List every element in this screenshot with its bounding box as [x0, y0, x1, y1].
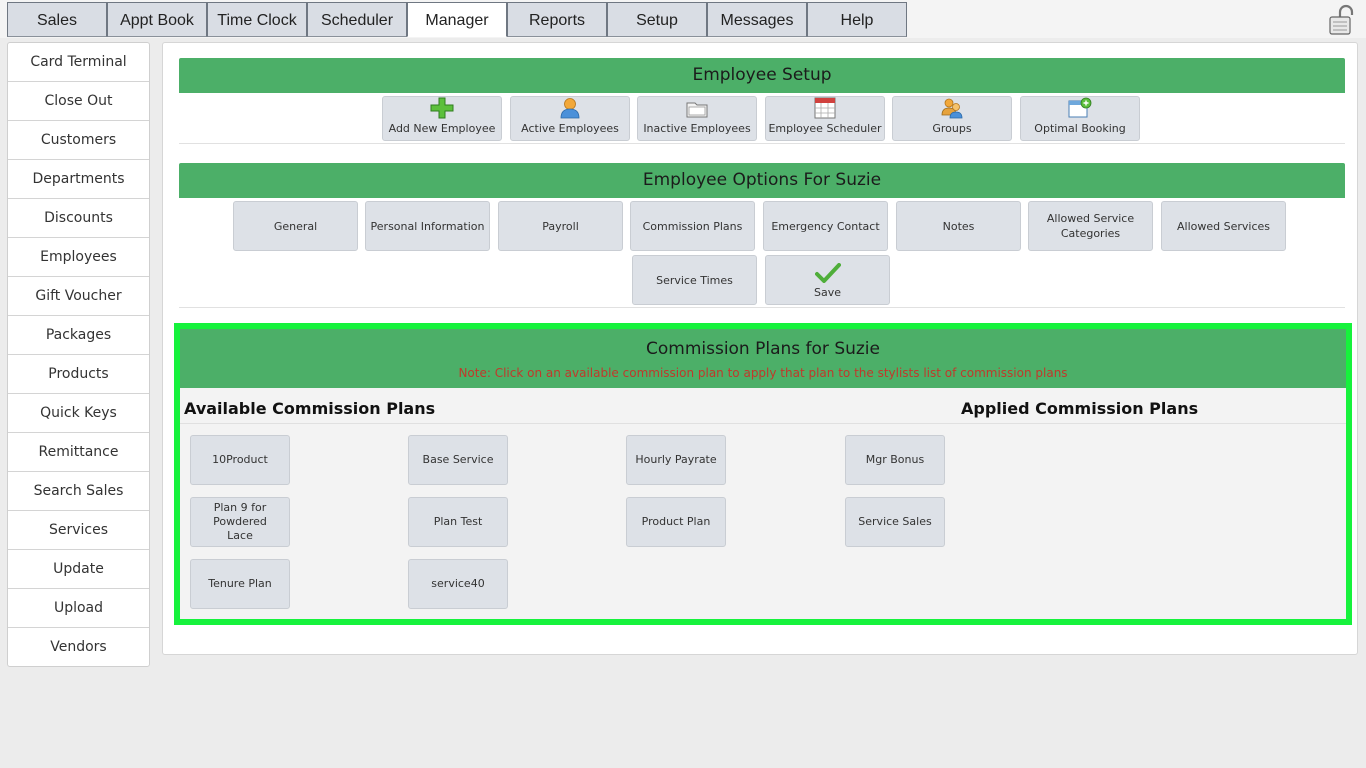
applied-plans-heading: Applied Commission Plans — [961, 399, 1199, 418]
booking-icon — [1068, 97, 1092, 118]
sidebar-item-packages[interactable]: Packages — [8, 316, 149, 355]
save-label: Save — [813, 286, 841, 299]
tab-messages[interactable]: Messages — [707, 2, 807, 37]
tab-manager[interactable]: Manager — [407, 2, 507, 37]
commission-plans-panel: Commission Plans for Suzie Note: Click o… — [174, 323, 1352, 625]
inactive-employees-label: Inactive Employees — [643, 122, 751, 135]
active-employees-label: Active Employees — [521, 122, 619, 135]
plan-test-button[interactable]: Plan Test — [408, 497, 508, 547]
sidebar-item-remittance[interactable]: Remittance — [8, 433, 149, 472]
tab-sales[interactable]: Sales — [7, 2, 107, 37]
sidebar-item-update[interactable]: Update — [8, 550, 149, 589]
plan-10product-button[interactable]: 10Product — [190, 435, 290, 485]
sidebar-item-card-terminal[interactable]: Card Terminal — [8, 43, 149, 82]
option-general-button[interactable]: General — [233, 201, 358, 251]
plan-service40-button[interactable]: service40 — [408, 559, 508, 609]
checkmark-icon — [814, 263, 841, 283]
plus-icon — [430, 97, 454, 119]
plan-mgr-bonus-button[interactable]: Mgr Bonus — [845, 435, 945, 485]
employee-options-header: Employee Options For Suzie — [179, 163, 1345, 198]
option-allowed-service-categories-button[interactable]: Allowed Service Categories — [1028, 201, 1153, 251]
groups-button[interactable]: Groups — [892, 96, 1012, 141]
employee-scheduler-label: Employee Scheduler — [768, 122, 882, 135]
employee-setup-title: Employee Setup — [692, 65, 832, 85]
tab-scheduler[interactable]: Scheduler — [307, 2, 407, 37]
main-panel: Employee Setup Add New Employee Active E… — [162, 42, 1358, 655]
available-plans-heading: Available Commission Plans — [184, 399, 436, 418]
option-notes-button[interactable]: Notes — [896, 201, 1021, 251]
group-icon — [941, 98, 963, 119]
sidebar-item-search-sales[interactable]: Search Sales — [8, 472, 149, 511]
divider — [179, 307, 1345, 308]
tab-appt-book[interactable]: Appt Book — [107, 2, 207, 37]
save-button[interactable]: Save — [765, 255, 890, 305]
sidebar-item-products[interactable]: Products — [8, 355, 149, 394]
tab-setup[interactable]: Setup — [607, 2, 707, 37]
sidebar-item-vendors[interactable]: Vendors — [8, 628, 149, 667]
add-new-employee-label: Add New Employee — [388, 122, 496, 135]
option-commission-plans-button[interactable]: Commission Plans — [630, 201, 755, 251]
sidebar-item-customers[interactable]: Customers — [8, 121, 149, 160]
employee-scheduler-button[interactable]: Employee Scheduler — [765, 96, 885, 141]
commission-plans-header: Commission Plans for Suzie Note: Click o… — [180, 329, 1346, 388]
inactive-employees-button[interactable]: Inactive Employees — [637, 96, 757, 141]
plan-base-service-button[interactable]: Base Service — [408, 435, 508, 485]
tab-help[interactable]: Help — [807, 2, 907, 37]
sidebar-item-departments[interactable]: Departments — [8, 160, 149, 199]
plan-tenure-plan-button[interactable]: Tenure Plan — [190, 559, 290, 609]
person-icon — [560, 98, 580, 119]
active-employees-button[interactable]: Active Employees — [510, 96, 630, 141]
employee-setup-header: Employee Setup — [179, 58, 1345, 93]
employee-options-title: Employee Options For Suzie — [642, 170, 882, 190]
plan-hourly-payrate-button[interactable]: Hourly Payrate — [626, 435, 726, 485]
sidebar-item-upload[interactable]: Upload — [8, 589, 149, 628]
calendar-icon — [814, 97, 836, 119]
sidebar: Card Terminal Close Out Customers Depart… — [7, 42, 150, 667]
folder-icon — [686, 102, 708, 118]
optimal-booking-label: Optimal Booking — [1034, 122, 1126, 135]
optimal-booking-button[interactable]: Optimal Booking — [1020, 96, 1140, 141]
sidebar-item-close-out[interactable]: Close Out — [8, 82, 149, 121]
plan-9-powdered-lace-button[interactable]: Plan 9 for Powdered Lace — [190, 497, 290, 547]
sidebar-item-services[interactable]: Services — [8, 511, 149, 550]
divider — [180, 423, 1346, 424]
divider — [179, 143, 1345, 144]
sidebar-item-discounts[interactable]: Discounts — [8, 199, 149, 238]
top-nav: Sales Appt Book Time Clock Scheduler Man… — [0, 0, 1366, 38]
lock-icon[interactable] — [1328, 4, 1356, 36]
sidebar-item-employees[interactable]: Employees — [8, 238, 149, 277]
option-personal-information-button[interactable]: Personal Information — [365, 201, 490, 251]
groups-label: Groups — [932, 122, 972, 135]
option-allowed-services-button[interactable]: Allowed Services — [1161, 201, 1286, 251]
plan-service-sales-button[interactable]: Service Sales — [845, 497, 945, 547]
tab-time-clock[interactable]: Time Clock — [207, 2, 307, 37]
tab-reports[interactable]: Reports — [507, 2, 607, 37]
add-new-employee-button[interactable]: Add New Employee — [382, 96, 502, 141]
commission-plans-note: Note: Click on an available commission p… — [458, 366, 1068, 380]
plan-product-plan-button[interactable]: Product Plan — [626, 497, 726, 547]
commission-plans-title: Commission Plans for Suzie — [645, 339, 880, 359]
sidebar-item-gift-voucher[interactable]: Gift Voucher — [8, 277, 149, 316]
sidebar-item-quick-keys[interactable]: Quick Keys — [8, 394, 149, 433]
option-emergency-contact-button[interactable]: Emergency Contact — [763, 201, 888, 251]
option-payroll-button[interactable]: Payroll — [498, 201, 623, 251]
option-service-times-button[interactable]: Service Times — [632, 255, 757, 305]
